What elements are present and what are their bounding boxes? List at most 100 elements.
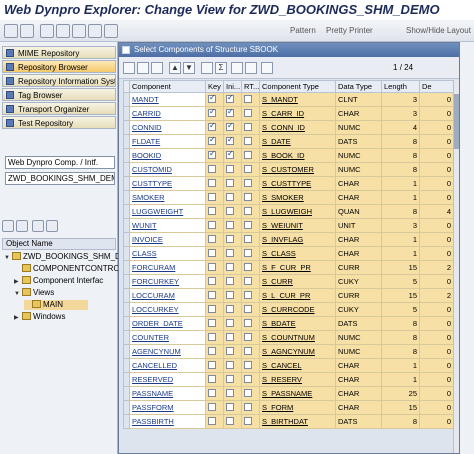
- rt-checkbox[interactable]: [244, 305, 252, 313]
- component-cell[interactable]: COUNTER: [129, 330, 206, 345]
- rt-checkbox[interactable]: [244, 109, 252, 117]
- key-checkbox[interactable]: [208, 403, 216, 411]
- component-cell[interactable]: CONNID: [129, 120, 206, 135]
- component-cell[interactable]: RESERVED: [129, 372, 206, 387]
- key-checkbox[interactable]: [208, 193, 216, 201]
- ini-checkbox[interactable]: [226, 165, 234, 173]
- ini-checkbox[interactable]: [226, 150, 234, 159]
- back-icon[interactable]: [4, 24, 18, 38]
- table-row[interactable]: PASSFORM S_FORM CHAR 15 0: [123, 400, 454, 415]
- rt-checkbox[interactable]: [244, 375, 252, 383]
- ini-checkbox[interactable]: [226, 277, 234, 285]
- table-row[interactable]: BOOKID S_BOOK_IDNUMC80: [123, 148, 454, 163]
- component-cell[interactable]: SMOKER: [129, 190, 206, 205]
- key-checkbox[interactable]: [208, 389, 216, 397]
- tree-node-component-interface[interactable]: ▶ Component Interfac: [14, 276, 103, 287]
- component-type-cell[interactable]: S_FORM: [259, 400, 336, 415]
- component-type-cell[interactable]: S_CUSTOMER: [259, 162, 336, 177]
- tree-node-views[interactable]: ▼ Views: [14, 288, 54, 299]
- edit-icon[interactable]: [46, 220, 58, 232]
- vertical-scrollbar[interactable]: [453, 80, 459, 453]
- rt-checkbox[interactable]: [244, 417, 252, 425]
- display-icon[interactable]: [32, 220, 44, 232]
- key-checkbox[interactable]: [208, 221, 216, 229]
- column-header-initial[interactable]: Ini...: [223, 80, 242, 93]
- expanded-arrow-icon[interactable]: ▼: [4, 253, 12, 263]
- rt-checkbox[interactable]: [244, 221, 252, 229]
- rt-checkbox[interactable]: [244, 263, 252, 271]
- layout-icon[interactable]: [261, 62, 273, 74]
- key-checkbox[interactable]: [208, 136, 216, 145]
- table-row[interactable]: MANDT S_MANDTCLNT30: [123, 92, 454, 107]
- component-type-cell[interactable]: S_CONN_ID: [259, 120, 336, 135]
- ini-checkbox[interactable]: [226, 263, 234, 271]
- table-row[interactable]: FORCURAM S_F_CUR_PR CURR 15 2: [123, 260, 454, 275]
- rt-checkbox[interactable]: [244, 403, 252, 411]
- filter-icon[interactable]: [201, 62, 213, 74]
- ini-checkbox[interactable]: [226, 305, 234, 313]
- column-header-component[interactable]: Component: [129, 80, 206, 93]
- component-type-cell[interactable]: S_F_CUR_PR: [259, 260, 336, 275]
- key-checkbox[interactable]: [208, 108, 216, 117]
- ini-checkbox[interactable]: [226, 94, 234, 103]
- component-cell[interactable]: CARRID: [129, 106, 206, 121]
- component-cell[interactable]: WUNIT: [129, 218, 206, 233]
- component-cell[interactable]: FORCURAM: [129, 260, 206, 275]
- key-checkbox[interactable]: [208, 277, 216, 285]
- repo-button-information-system[interactable]: Repository Information Syst: [2, 74, 116, 87]
- details-icon[interactable]: [151, 62, 163, 74]
- rt-checkbox[interactable]: [244, 151, 252, 159]
- repo-button-test-repository[interactable]: Test Repository: [2, 116, 116, 129]
- rt-checkbox[interactable]: [244, 347, 252, 355]
- tree-node-componentcontroller[interactable]: COMPONENTCONTRO: [14, 264, 120, 274]
- rt-checkbox[interactable]: [244, 165, 252, 173]
- component-type-cell[interactable]: S_INVFLAG: [259, 232, 336, 247]
- key-checkbox[interactable]: [208, 417, 216, 425]
- deselect-all-icon[interactable]: [137, 62, 149, 74]
- component-type-cell[interactable]: S_CARR_ID: [259, 106, 336, 121]
- component-type-cell[interactable]: S_WEIUNIT: [259, 218, 336, 233]
- component-type-cell[interactable]: S_CLASS: [259, 246, 336, 261]
- ini-checkbox[interactable]: [226, 122, 234, 131]
- key-checkbox[interactable]: [208, 207, 216, 215]
- component-type-cell[interactable]: S_CANCEL: [259, 358, 336, 373]
- component-cell[interactable]: BOOKID: [129, 148, 206, 163]
- component-type-cell[interactable]: S_MANDT: [259, 92, 336, 107]
- table-row[interactable]: CUSTTYPE S_CUSTTYPE CHAR 1 0: [123, 176, 454, 191]
- expand-icon[interactable]: [2, 220, 14, 232]
- component-type-cell[interactable]: S_DATE: [259, 134, 336, 149]
- component-cell[interactable]: LOCCURKEY: [129, 302, 206, 317]
- column-header-length[interactable]: Length: [381, 80, 420, 93]
- repo-button-tag-browser[interactable]: Tag Browser: [2, 88, 116, 101]
- key-checkbox[interactable]: [208, 263, 216, 271]
- sum-icon[interactable]: Σ: [215, 62, 227, 74]
- object-type-select[interactable]: Web Dynpro Comp. / Intf.: [5, 156, 115, 169]
- rt-checkbox[interactable]: [244, 249, 252, 257]
- component-cell[interactable]: CUSTOMID: [129, 162, 206, 177]
- component-cell[interactable]: CANCELLED: [129, 358, 206, 373]
- component-cell[interactable]: PASSNAME: [129, 386, 206, 401]
- component-type-cell[interactable]: S_BIRTHDAT: [259, 414, 336, 429]
- component-type-cell[interactable]: S_L_CUR_PR: [259, 288, 336, 303]
- component-cell[interactable]: FLDATE: [129, 134, 206, 149]
- component-type-cell[interactable]: S_BOOK_ID: [259, 148, 336, 163]
- ini-checkbox[interactable]: [226, 389, 234, 397]
- key-checkbox[interactable]: [208, 165, 216, 173]
- table-row[interactable]: SMOKER S_SMOKER CHAR 1 0: [123, 190, 454, 205]
- rt-checkbox[interactable]: [244, 235, 252, 243]
- table-row[interactable]: LOCCURAM S_L_CUR_PR CURR 15 2: [123, 288, 454, 303]
- key-checkbox[interactable]: [208, 179, 216, 187]
- repo-button-mime[interactable]: MIME Repository: [2, 46, 116, 59]
- key-checkbox[interactable]: [208, 375, 216, 383]
- ini-checkbox[interactable]: [226, 249, 234, 257]
- collapsed-arrow-icon[interactable]: ▶: [14, 313, 22, 323]
- ini-checkbox[interactable]: [226, 291, 234, 299]
- table-row[interactable]: WUNIT S_WEIUNIT UNIT 3 0: [123, 218, 454, 233]
- component-type-cell[interactable]: S_CUSTTYPE: [259, 176, 336, 191]
- key-checkbox[interactable]: [208, 249, 216, 257]
- repo-button-repository-browser[interactable]: Repository Browser: [2, 60, 116, 73]
- table-row[interactable]: PASSBIRTH S_BIRTHDAT DATS 8 0: [123, 414, 454, 429]
- component-cell[interactable]: ORDER_DATE: [129, 316, 206, 331]
- table-row[interactable]: CLASS S_CLASS CHAR 1 0: [123, 246, 454, 261]
- print-icon[interactable]: [231, 62, 243, 74]
